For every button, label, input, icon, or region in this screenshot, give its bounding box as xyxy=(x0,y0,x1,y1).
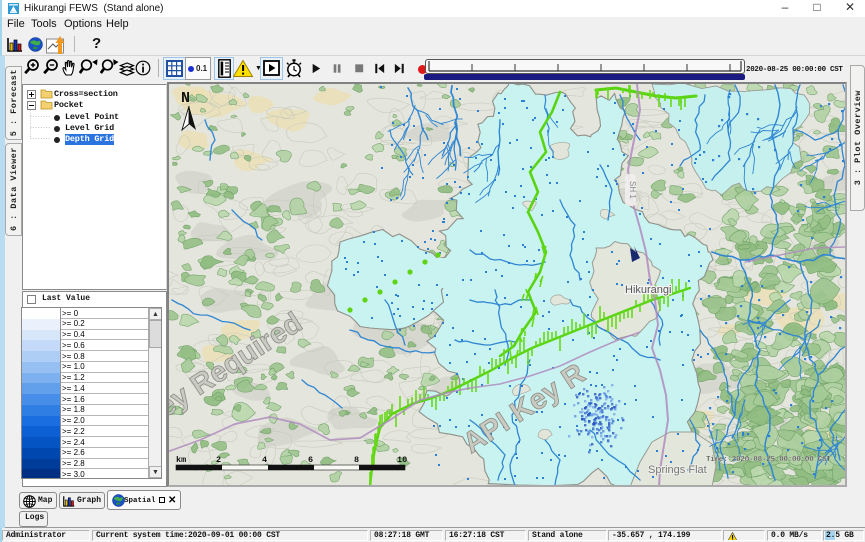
svg-text:6: 6 xyxy=(308,455,313,465)
svg-text:Hikurangi: Hikurangi xyxy=(625,284,671,296)
svg-text:Springs Flat: Springs Flat xyxy=(648,464,707,476)
svg-text:4: 4 xyxy=(262,455,267,465)
svg-text:N: N xyxy=(181,90,190,107)
svg-text:SH 1: SH 1 xyxy=(628,181,637,199)
svg-text:10: 10 xyxy=(397,455,407,465)
svg-text:2: 2 xyxy=(216,455,221,465)
svg-text:km: km xyxy=(176,455,186,465)
svg-text:8: 8 xyxy=(354,455,359,465)
svg-text:Time: 2020-08-25 00:00:00 CST: Time: 2020-08-25 00:00:00 CST xyxy=(706,456,831,464)
